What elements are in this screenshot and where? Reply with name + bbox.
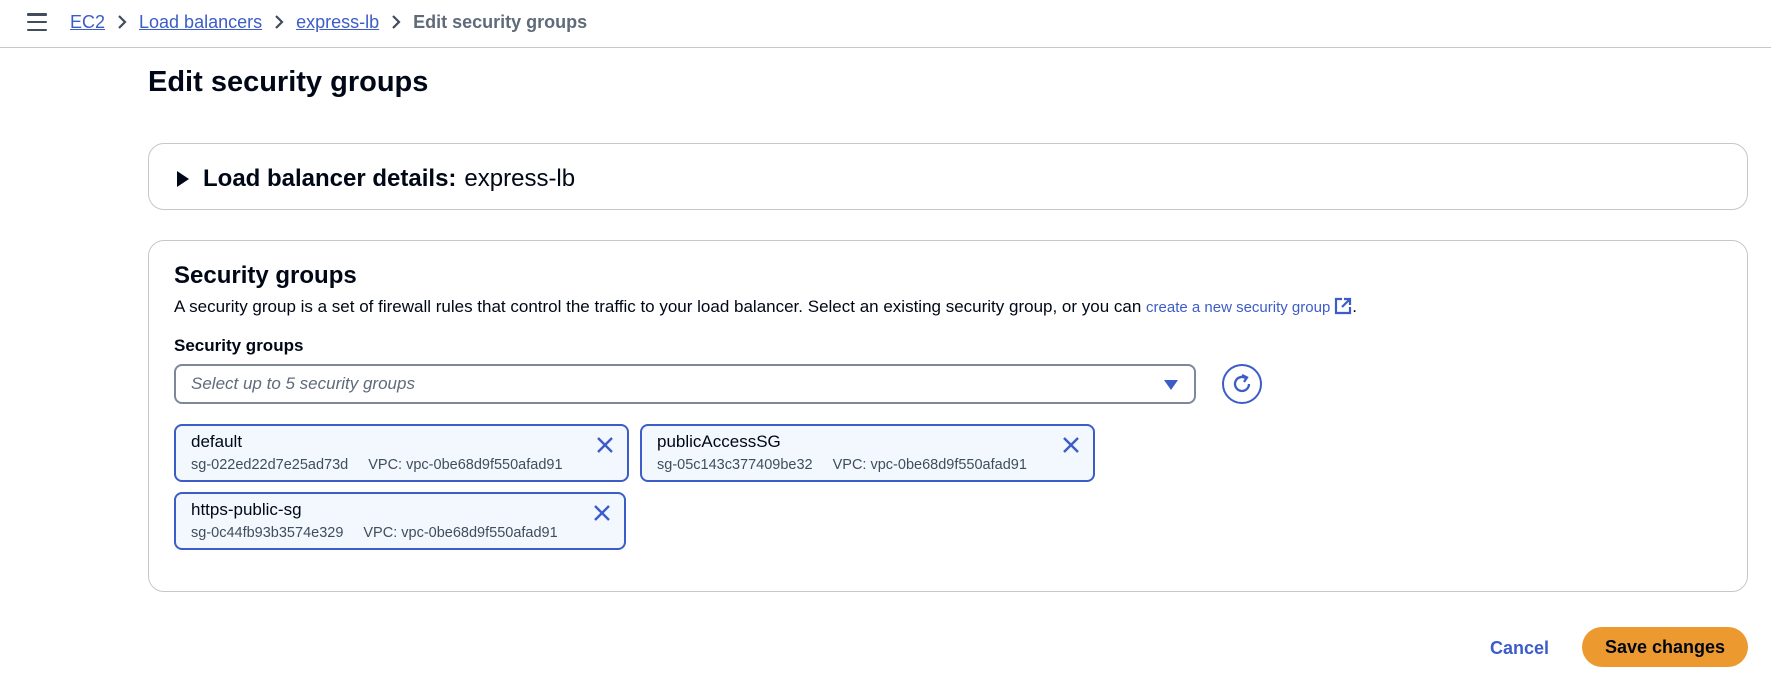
cancel-button[interactable]: Cancel [1474, 628, 1565, 668]
token-id: sg-022ed22d7e25ad73d [191, 457, 349, 473]
create-security-group-link-text: create a new security group [1146, 299, 1331, 316]
save-changes-button[interactable]: Save changes [1582, 627, 1748, 667]
token-vpc: VPC: vpc-0be68d9f550afad91 [832, 457, 1027, 473]
close-icon[interactable] [590, 501, 614, 525]
select-placeholder: Select up to 5 security groups [191, 374, 415, 393]
token-name: https-public-sg [191, 500, 302, 519]
caret-right-icon [177, 171, 189, 187]
external-link-icon [1335, 297, 1352, 315]
chevron-right-icon [379, 14, 413, 30]
load-balancer-details-panel: Load balancer details: express-lb [148, 143, 1748, 210]
security-groups-field-label: Security groups [174, 336, 304, 355]
token-vpc: VPC: vpc-0be68d9f550afad91 [368, 457, 563, 473]
refresh-button[interactable] [1222, 364, 1262, 404]
token-meta: sg-05c143c377409be32 VPC: vpc-0be68d9f550… [657, 457, 1027, 473]
details-label: Load balancer details: [203, 165, 457, 192]
token-id: sg-0c44fb93b3574e329 [191, 525, 344, 541]
security-groups-description: A security group is a set of firewall ru… [174, 297, 1357, 317]
chevron-right-icon [105, 14, 139, 30]
refresh-icon [1233, 373, 1251, 393]
create-security-group-link[interactable]: create a new security group [1146, 297, 1352, 316]
chevron-right-icon [262, 14, 296, 30]
token-vpc: VPC: vpc-0be68d9f550afad91 [363, 525, 558, 541]
menu-icon[interactable] [27, 13, 47, 31]
description-text: A security group is a set of firewall ru… [174, 297, 1147, 316]
breadcrumb-load-balancers[interactable]: Load balancers [139, 12, 262, 33]
top-navigation: EC2 Load balancers express-lb Edit secur… [0, 0, 1771, 48]
breadcrumb: EC2 Load balancers express-lb Edit secur… [70, 11, 587, 33]
breadcrumb-ec2[interactable]: EC2 [70, 12, 105, 33]
security-groups-title: Security groups [174, 262, 357, 289]
breadcrumb-current: Edit security groups [413, 11, 588, 32]
close-icon[interactable] [593, 433, 617, 457]
security-group-token: https-public-sg sg-0c44fb93b3574e329 VPC:… [174, 492, 626, 550]
security-group-token: publicAccessSG sg-05c143c377409be32 VPC: … [640, 424, 1095, 482]
token-id: sg-05c143c377409be32 [657, 457, 813, 473]
token-name: publicAccessSG [657, 432, 781, 451]
token-meta: sg-0c44fb93b3574e329 VPC: vpc-0be68d9f550… [191, 525, 558, 541]
security-groups-select[interactable]: Select up to 5 security groups [174, 364, 1196, 404]
token-meta: sg-022ed22d7e25ad73d VPC: vpc-0be68d9f550… [191, 457, 563, 473]
security-groups-panel: Security groups A security group is a se… [148, 240, 1748, 592]
page-title: Edit security groups [148, 66, 429, 98]
breadcrumb-express-lb[interactable]: express-lb [296, 12, 379, 33]
details-expand-toggle[interactable]: Load balancer details: express-lb [177, 165, 575, 193]
caret-down-icon [1164, 380, 1178, 390]
security-group-token: default sg-022ed22d7e25ad73d VPC: vpc-0be… [174, 424, 629, 482]
details-value: express-lb [464, 165, 576, 192]
description-end: . [1352, 297, 1358, 316]
token-name: default [191, 432, 243, 451]
close-icon[interactable] [1059, 433, 1083, 457]
